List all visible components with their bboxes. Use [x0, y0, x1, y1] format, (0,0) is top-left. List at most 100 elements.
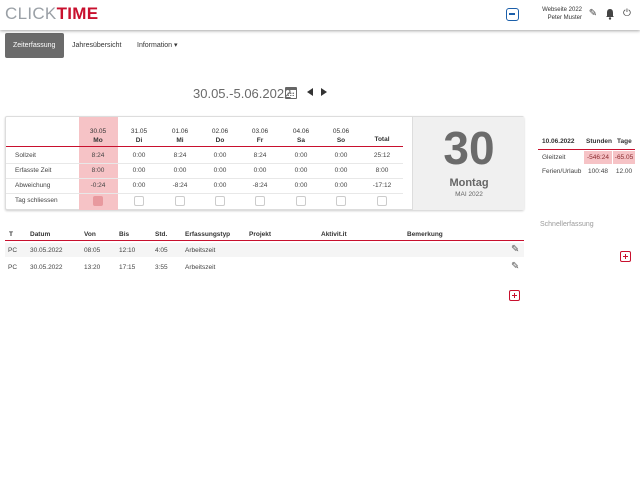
- table-row[interactable]: PC 30.05.2022 08:05 12:10 4:05 Arbeitsze…: [5, 243, 524, 257]
- logo[interactable]: CLICKTIME: [5, 4, 98, 24]
- day-header-mi[interactable]: 01.06 Mi: [160, 127, 200, 145]
- logo-part-click: CLICK: [5, 4, 57, 23]
- cell-std: 3:55: [155, 264, 168, 271]
- cell-value: 0:00: [253, 167, 267, 174]
- day-date: 03.06: [251, 128, 269, 135]
- day-number: 30: [443, 122, 495, 174]
- row-divider: [6, 193, 403, 194]
- cell-value: 0:00: [132, 152, 146, 159]
- day-weekday: Montag: [449, 177, 489, 189]
- col-header-datum: Datum: [30, 231, 51, 238]
- cell-value: 0:00: [173, 167, 187, 174]
- close-day-checkbox-so[interactable]: [336, 196, 346, 206]
- day-date: 31.05: [130, 128, 148, 135]
- cell-value: 8:24: [91, 152, 105, 159]
- cell-value: 8:24: [253, 152, 267, 159]
- header-divider: [6, 146, 403, 147]
- summary-divider: [538, 149, 635, 150]
- close-day-checkbox-mi[interactable]: [175, 196, 185, 206]
- day-name: So: [336, 137, 346, 144]
- close-day-checkbox-fr[interactable]: [255, 196, 265, 206]
- close-day-checkbox-di[interactable]: [134, 196, 144, 206]
- quick-entry-add-button[interactable]: [620, 251, 631, 262]
- summary-days-gleitzeit: -65.05: [613, 151, 635, 164]
- cell-erfassungstyp: Arbeitszeit: [185, 264, 216, 271]
- cell-von: 08:05: [84, 247, 101, 254]
- day-header-do[interactable]: 02.06 Do: [200, 127, 240, 145]
- cell-total: -17:12: [372, 182, 392, 189]
- summary-col-days: Tage: [617, 138, 632, 145]
- cell-std: 4:05: [155, 247, 168, 254]
- day-header-mo[interactable]: 30.05 Mo: [78, 127, 118, 145]
- day-name: Do: [215, 137, 225, 144]
- row-divider: [6, 163, 403, 164]
- teamviewer-icon[interactable]: [506, 8, 519, 21]
- col-header-projekt: Projekt: [249, 231, 272, 238]
- cell-value: 0:00: [294, 167, 308, 174]
- row-label-tag-schliessen: Tag schliessen: [15, 197, 58, 204]
- cell-value: -0:24: [90, 182, 106, 189]
- logo-part-time: TIME: [56, 4, 99, 23]
- day-header-sa[interactable]: 04.06 Sa: [281, 127, 321, 145]
- summary-days-ferien: 12.00: [615, 168, 633, 175]
- close-day-checkbox-do[interactable]: [215, 196, 225, 206]
- user-info: Webseite 2022 Peter Muster: [530, 6, 582, 22]
- row-divider: [6, 178, 403, 179]
- row-label-erfasste-zeit: Erfasste Zeit: [15, 167, 52, 174]
- date-range: 30.05.-5.06.2022: [193, 86, 292, 101]
- table-row[interactable]: PC 30.05.2022 13:20 17:15 3:55 Arbeitsze…: [5, 260, 524, 274]
- day-month: MAI 2022: [455, 191, 483, 198]
- prev-week-icon[interactable]: [307, 88, 313, 96]
- col-header-bemerkung: Bemerkung: [407, 231, 443, 238]
- close-day-checkbox-mo[interactable]: [93, 196, 103, 206]
- cell-datum: 30.05.2022: [30, 247, 63, 254]
- cell-t: PC: [8, 264, 18, 271]
- tab-information[interactable]: Information ▾: [129, 33, 186, 58]
- day-header-fr[interactable]: 03.06 Fr: [240, 127, 280, 145]
- summary-label-gleitzeit: Gleitzeit: [542, 154, 566, 161]
- col-header-von: Von: [84, 231, 96, 238]
- col-header-std: Std.: [155, 231, 168, 238]
- edit-entry-icon[interactable]: ✎: [511, 261, 523, 273]
- cell-value: 8:00: [91, 167, 105, 174]
- tab-jahresuebersicht[interactable]: Jahresübersicht: [64, 33, 129, 58]
- cell-value: 8:24: [173, 152, 187, 159]
- entries-header-divider: [5, 240, 524, 241]
- edit-icon[interactable]: ✎: [588, 8, 598, 20]
- tab-zeiterfassung[interactable]: Zeiterfassung: [5, 33, 64, 58]
- summary-hours-ferien: 100:48: [588, 168, 608, 175]
- cell-value: 0:00: [294, 152, 308, 159]
- top-bar: CLICKTIME Webseite 2022 Peter Muster ✎ ⏻: [0, 0, 640, 30]
- bell-icon[interactable]: [605, 8, 615, 20]
- close-week-checkbox[interactable]: [377, 196, 387, 206]
- row-label-abweichung: Abweichung: [15, 182, 51, 189]
- day-header-di[interactable]: 31.05 Di: [119, 127, 159, 145]
- edit-entry-icon[interactable]: ✎: [511, 244, 523, 256]
- cell-total: 25:12: [373, 152, 391, 159]
- cell-value: 0:00: [132, 167, 146, 174]
- selected-day-display: 30 Montag MAI 2022: [412, 117, 524, 210]
- col-header-aktivitaet: Aktivit.it: [321, 231, 347, 238]
- power-icon[interactable]: ⏻: [622, 8, 632, 20]
- quick-entry-label: Schnellerfassung: [540, 221, 594, 228]
- col-header-bis: Bis: [119, 231, 130, 238]
- add-entry-button[interactable]: [509, 290, 520, 301]
- day-date: 05.06: [332, 128, 350, 135]
- day-date: 02.06: [211, 128, 229, 135]
- cell-datum: 30.05.2022: [30, 264, 63, 271]
- cell-bis: 17:15: [119, 264, 136, 271]
- cell-value: 0:00: [334, 152, 348, 159]
- day-header-so[interactable]: 05.06 So: [321, 127, 361, 145]
- close-day-checkbox-sa[interactable]: [296, 196, 306, 206]
- summary-date: 10.06.2022: [542, 138, 575, 145]
- cell-value: 0:00: [132, 182, 146, 189]
- tab-information-label: Information: [137, 42, 173, 49]
- day-date: 30.05: [89, 128, 107, 135]
- row-label-sollzeit: Sollzeit: [15, 152, 36, 159]
- next-week-icon[interactable]: [321, 88, 327, 96]
- user-name: Peter Muster: [547, 15, 582, 21]
- day-name: Fr: [256, 137, 264, 144]
- cell-erfassungstyp: Arbeitszeit: [185, 247, 216, 254]
- cell-t: PC: [8, 247, 18, 254]
- calendar-icon[interactable]: [285, 87, 297, 99]
